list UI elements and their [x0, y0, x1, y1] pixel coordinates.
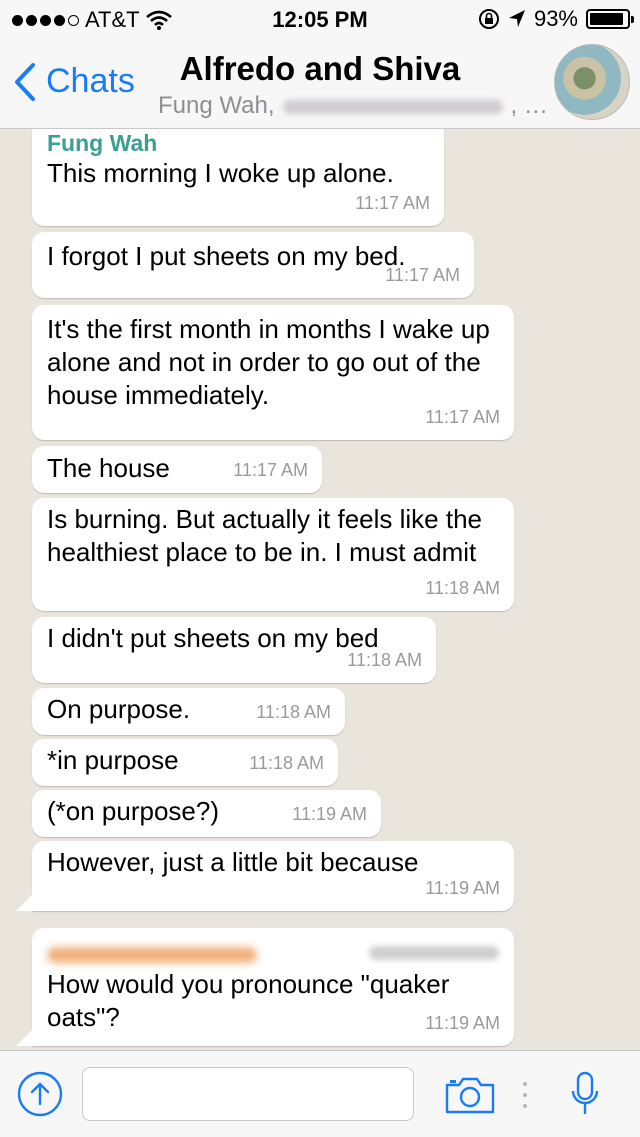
divider-dots: [523, 1082, 527, 1108]
message-bubble[interactable]: (*on purpose?) 11:19 AM: [32, 790, 381, 837]
message-bubble[interactable]: It's the first month in months I wake up…: [32, 305, 514, 440]
message-bubble[interactable]: *in purpose 11:18 AM: [32, 739, 338, 786]
message-time: 11:17 AM: [233, 460, 308, 480]
message-list[interactable]: Fung Wah This morning I woke up alone. 1…: [0, 129, 640, 1049]
message-bubble[interactable]: Is burning. But actually it feels like t…: [32, 498, 514, 611]
status-bar: AT&T 12:05 PM 93%: [0, 0, 640, 40]
message-time: 11:19 AM: [292, 804, 367, 824]
message-bubble[interactable]: How would you pronounce "quaker oats"? 1…: [16, 928, 514, 1046]
redacted-sender-name: [369, 946, 499, 960]
redacted-phone: [282, 99, 503, 114]
message-time: 11:18 AM: [425, 578, 500, 598]
message-bubble[interactable]: I forgot I put sheets on my bed. 11:17 A…: [32, 232, 474, 298]
message-time: 11:19 AM: [425, 1013, 500, 1033]
nav-bar: Chats Alfredo and Shiva Fung Wah,, …: [0, 40, 640, 129]
participants-more: , …: [510, 92, 548, 119]
battery-percent: 93%: [533, 6, 578, 31]
message-time: 11:19 AM: [425, 878, 500, 898]
message-time: 11:17 AM: [385, 265, 460, 285]
chat-title[interactable]: Alfredo and Shiva: [0, 50, 640, 88]
message-time: 11:18 AM: [256, 702, 331, 722]
message-time: 11:17 AM: [355, 193, 430, 213]
microphone-icon[interactable]: [570, 1071, 600, 1117]
share-upload-icon[interactable]: [17, 1071, 63, 1117]
message-time: 11:18 AM: [347, 650, 422, 670]
message-sender: Fung Wah: [47, 130, 158, 156]
message-bubble[interactable]: Fung Wah This morning I woke up alone. 1…: [32, 129, 444, 226]
message-bubble[interactable]: On purpose. 11:18 AM: [32, 688, 345, 735]
message-text: This morning I woke up alone.: [47, 158, 394, 188]
message-text: Is burning. But actually it feels like t…: [47, 504, 483, 567]
message-text: It's the first month in months I wake up…: [47, 314, 490, 410]
location-arrow-icon: [508, 10, 525, 27]
rotation-lock-icon: [478, 9, 499, 29]
chat-participants[interactable]: Fung Wah, , …: [158, 92, 548, 120]
battery-icon: [586, 9, 634, 29]
message-time: 11:18 AM: [249, 753, 324, 773]
message-input[interactable]: [82, 1067, 414, 1121]
redacted-sender: [47, 938, 499, 968]
status-right-group: 93%: [478, 6, 634, 32]
battery-fill: [590, 13, 624, 25]
composer-bar: [0, 1050, 640, 1137]
message-time: 11:17 AM: [425, 407, 500, 427]
message-bubble[interactable]: I didn't put sheets on my bed 11:18 AM: [32, 617, 436, 683]
redacted-sender-number: [47, 947, 257, 963]
participant-name: Fung Wah,: [158, 92, 275, 119]
group-avatar[interactable]: [554, 44, 630, 120]
message-bubble[interactable]: The house 11:17 AM: [32, 446, 322, 493]
camera-icon[interactable]: [444, 1075, 496, 1115]
message-bubble[interactable]: However, just a little bit because 11:19…: [16, 841, 514, 911]
